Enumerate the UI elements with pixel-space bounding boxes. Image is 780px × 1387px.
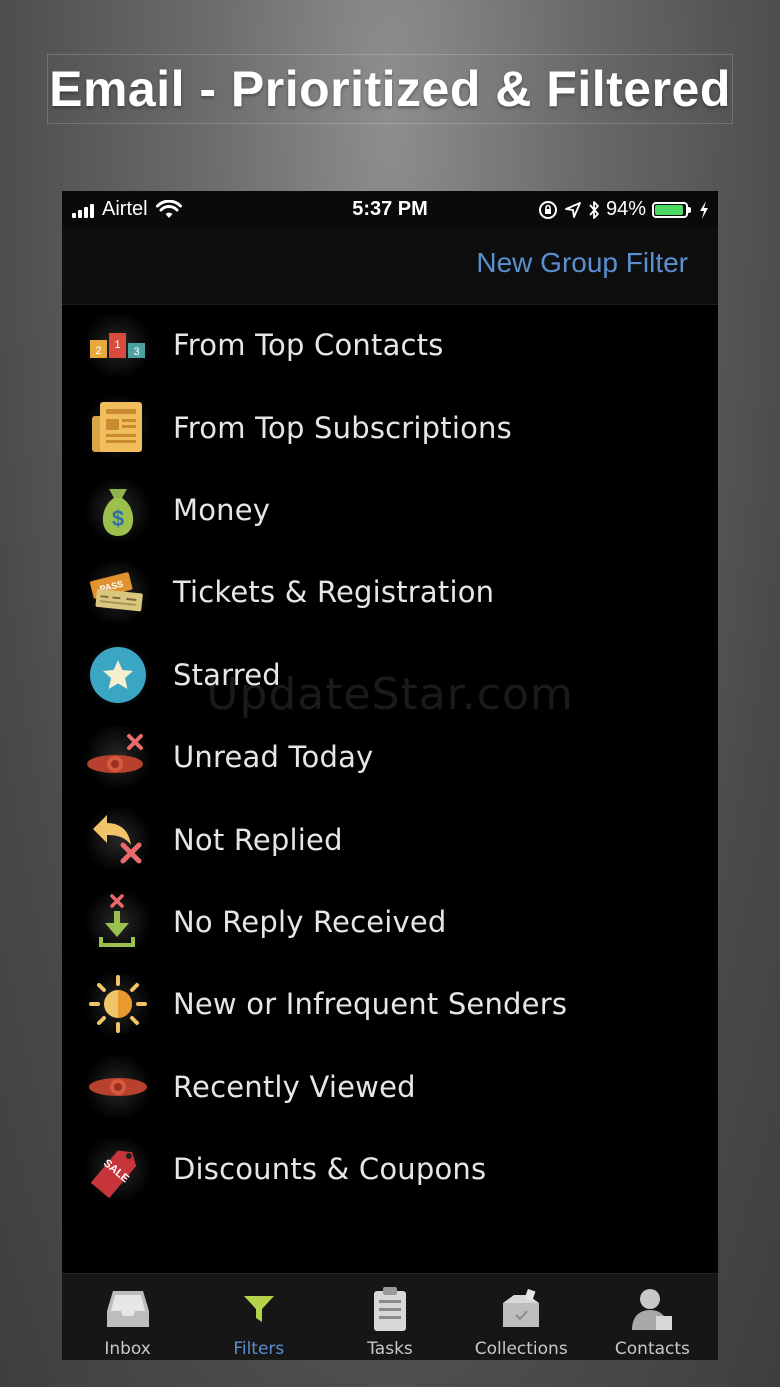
filter-label: New or Infrequent Senders	[173, 987, 568, 1022]
newspaper-icon	[82, 396, 154, 459]
tab-label: Contacts	[614, 1339, 690, 1359]
podium-icon: 2 1 3	[82, 314, 154, 376]
filter-item-unread-today[interactable]: Unread Today	[62, 716, 718, 798]
person-icon	[628, 1286, 676, 1332]
filter-label: Recently Viewed	[173, 1069, 416, 1104]
new-group-filter-button[interactable]: New Group Filter	[476, 247, 688, 279]
bluetooth-icon	[589, 200, 599, 219]
sun-icon	[82, 973, 154, 1036]
phone-screen: Airtel 5:37 PM 94% New Group Filter 2 1 …	[62, 191, 718, 1360]
tab-label: Inbox	[104, 1339, 151, 1359]
tab-label: Tasks	[367, 1339, 413, 1359]
money-bag-icon: $	[82, 478, 154, 541]
filter-label: No Reply Received	[173, 904, 447, 939]
tab-bar: Inbox Filters Tasks Collections Contacts	[62, 1273, 718, 1360]
ticket-icon: PASS	[82, 561, 154, 624]
filter-list: 2 1 3 From Top Contacts From Top Subscri…	[62, 304, 718, 1210]
filter-label: Tickets & Registration	[173, 575, 495, 610]
filter-item-top-subscriptions[interactable]: From Top Subscriptions	[62, 386, 718, 468]
filter-item-recently-viewed[interactable]: Recently Viewed	[62, 1046, 718, 1128]
filter-icon	[235, 1286, 283, 1332]
filter-item-new-infrequent[interactable]: New or Infrequent Senders	[62, 963, 718, 1045]
tab-collections[interactable]: Collections	[456, 1274, 587, 1360]
tab-contacts[interactable]: Contacts	[587, 1274, 718, 1360]
filter-label: Unread Today	[173, 740, 374, 775]
clipboard-icon	[366, 1286, 414, 1332]
filter-item-no-reply-received[interactable]: No Reply Received	[62, 881, 718, 963]
tab-tasks[interactable]: Tasks	[324, 1274, 455, 1360]
filter-item-top-contacts[interactable]: 2 1 3 From Top Contacts	[62, 304, 718, 386]
filter-item-discounts[interactable]: SALE Discounts & Coupons	[62, 1128, 718, 1210]
status-bar: Airtel 5:37 PM 94%	[62, 191, 718, 227]
box-icon	[497, 1286, 545, 1332]
eye-icon	[82, 1055, 154, 1118]
filter-label: From Top Subscriptions	[173, 410, 512, 445]
filter-label: Discounts & Coupons	[173, 1152, 487, 1187]
filter-item-money[interactable]: $ Money	[62, 469, 718, 551]
tab-inbox[interactable]: Inbox	[62, 1274, 193, 1360]
location-arrow-icon	[565, 201, 581, 218]
battery-icon	[652, 201, 691, 218]
battery-fill	[655, 204, 684, 215]
tab-label: Filters	[233, 1339, 285, 1359]
reply-x-icon	[82, 808, 154, 871]
star-icon	[82, 643, 154, 706]
inbox-icon	[104, 1286, 152, 1332]
filter-item-starred[interactable]: Starred	[62, 634, 718, 716]
filter-label: Not Replied	[173, 822, 343, 857]
orientation-lock-icon	[538, 200, 557, 219]
navigation-bar: New Group Filter	[62, 227, 718, 305]
charging-bolt-icon	[700, 200, 708, 219]
headline-banner: Email - Prioritized & Filtered	[47, 54, 733, 124]
battery-percent: 94%	[605, 198, 646, 220]
podium-third-text: 3	[133, 346, 139, 358]
filter-item-tickets[interactable]: PASS Tickets & Registration	[62, 551, 718, 633]
filter-label: Money	[173, 492, 271, 527]
tab-label: Collections	[474, 1339, 568, 1359]
tab-filters[interactable]: Filters	[193, 1274, 324, 1360]
filter-label: Starred	[173, 657, 281, 692]
filter-item-not-replied[interactable]: Not Replied	[62, 798, 718, 880]
filter-label: From Top Contacts	[173, 328, 444, 363]
money-symbol: $	[112, 506, 124, 531]
status-right: 94%	[538, 198, 710, 221]
eye-x-icon	[82, 725, 154, 788]
podium-first-text: 1	[114, 339, 120, 351]
podium-second-text: 2	[95, 345, 101, 357]
sale-tag-icon: SALE	[82, 1137, 154, 1200]
download-x-icon	[82, 890, 154, 953]
